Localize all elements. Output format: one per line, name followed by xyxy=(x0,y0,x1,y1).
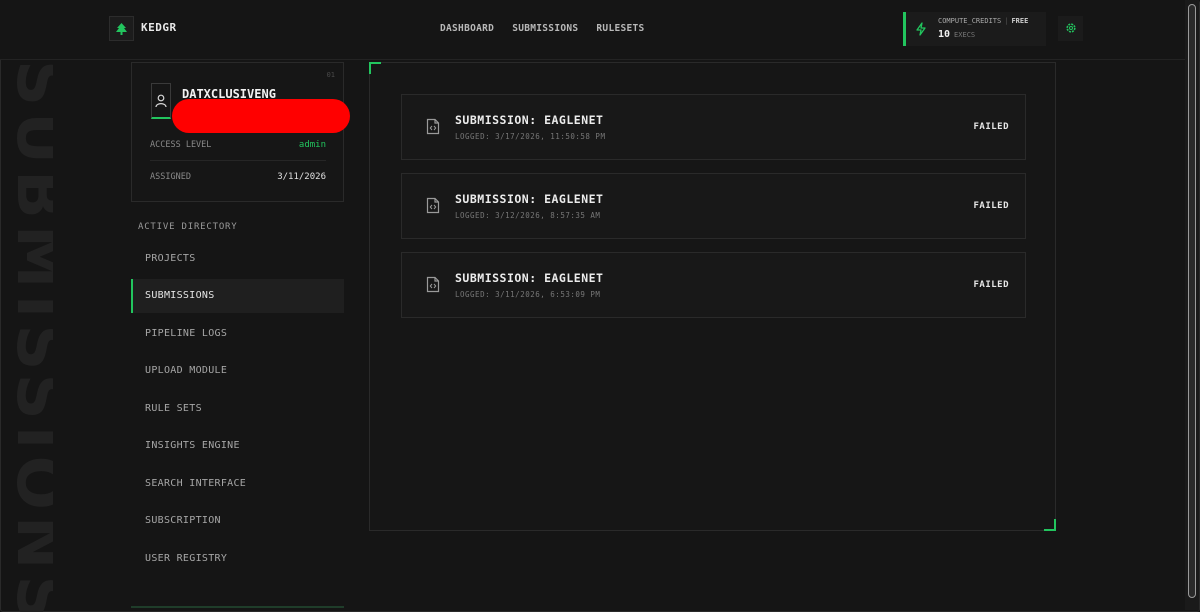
sidebar-item-rule-sets[interactable]: RULE SETS xyxy=(131,391,344,425)
nav-rulesets[interactable]: RULESETS xyxy=(596,23,644,34)
credits-label-line: COMPUTE_CREDITS | FREE xyxy=(938,17,1029,25)
access-level-row: ACCESS LEVEL admin xyxy=(150,140,326,150)
top-bar: KEDGR DASHBOARD SUBMISSIONS RULESETS COM… xyxy=(0,0,1185,60)
submission-timestamp: LOGGED: 3/17/2026, 11:50:58 PM xyxy=(455,132,606,141)
plan-badge: FREE xyxy=(1011,17,1029,25)
sidebar-item-subscription[interactable]: SUBSCRIPTION xyxy=(131,504,344,538)
submissions-panel: SUBMISSION: EAGLENET LOGGED: 3/17/2026, … xyxy=(369,62,1056,531)
sidebar-item-upload-module[interactable]: UPLOAD MODULE xyxy=(131,354,344,388)
assigned-label: ASSIGNED xyxy=(150,172,191,182)
code-file-icon xyxy=(426,197,440,218)
credits-label: COMPUTE_CREDITS xyxy=(938,17,1002,25)
redaction-scribble xyxy=(172,99,350,133)
top-nav: DASHBOARD SUBMISSIONS RULESETS xyxy=(440,23,645,34)
divider xyxy=(150,160,326,161)
access-level-label: ACCESS LEVEL xyxy=(150,140,212,150)
submission-title: SUBMISSION: EAGLENET xyxy=(455,113,604,127)
brand-name[interactable]: KEDGR xyxy=(141,21,177,34)
submission-card[interactable]: SUBMISSION: EAGLENET LOGGED: 3/17/2026, … xyxy=(401,94,1026,160)
access-level-value: admin xyxy=(298,140,326,150)
sidebar-item-insights-engine[interactable]: INSIGHTS ENGINE xyxy=(131,429,344,463)
sidebar-item-search-interface[interactable]: SEARCH INTERFACE xyxy=(131,466,344,500)
corner-accent xyxy=(1044,519,1056,531)
submission-card[interactable]: SUBMISSION: EAGLENET LOGGED: 3/12/2026, … xyxy=(401,173,1026,239)
assigned-row: ASSIGNED 3/11/2026 xyxy=(150,172,326,182)
submission-title: SUBMISSION: EAGLENET xyxy=(455,192,604,206)
sidebar-footer-bar xyxy=(131,606,344,608)
tree-logo-icon[interactable] xyxy=(109,16,134,41)
submission-title: SUBMISSION: EAGLENET xyxy=(455,271,604,285)
assigned-value: 3/11/2026 xyxy=(277,172,326,182)
submission-timestamp: LOGGED: 3/11/2026, 6:53:09 PM xyxy=(455,290,601,299)
user-icon xyxy=(151,83,171,119)
page-scrollbar[interactable] xyxy=(1185,0,1199,610)
active-directory-heading: ACTIVE DIRECTORY xyxy=(138,222,238,232)
sidebar-item-pipeline-logs[interactable]: PIPELINE LOGS xyxy=(131,316,344,350)
nav-dashboard[interactable]: DASHBOARD xyxy=(440,23,494,34)
sidebar-item-submissions[interactable]: SUBMISSIONS xyxy=(131,278,344,313)
credits-value-line: 10 EXECS xyxy=(938,29,975,40)
lightning-bolt-icon xyxy=(915,21,927,40)
sidebar-item-projects[interactable]: PROJECTS xyxy=(131,241,344,275)
gear-icon xyxy=(1065,19,1077,38)
nav-submissions[interactable]: SUBMISSIONS xyxy=(512,23,578,34)
compute-credits-widget[interactable]: COMPUTE_CREDITS | FREE 10 EXECS xyxy=(903,12,1046,46)
scrollbar-thumb[interactable] xyxy=(1188,4,1196,598)
profile-card: 01 DATXCLUSIVENG ACCESS LEVEL admin ASSI… xyxy=(131,62,350,202)
sidebar-item-user-registry[interactable]: USER REGISTRY xyxy=(131,541,344,575)
settings-button[interactable] xyxy=(1058,16,1083,41)
credits-value: 10 xyxy=(938,29,951,40)
status-badge: FAILED xyxy=(973,280,1009,290)
status-badge: FAILED xyxy=(973,122,1009,132)
corner-accent xyxy=(369,62,381,74)
code-file-icon xyxy=(426,118,440,139)
submission-card[interactable]: SUBMISSION: EAGLENET LOGGED: 3/11/2026, … xyxy=(401,252,1026,318)
sidebar-menu: PROJECTS SUBMISSIONS PIPELINE LOGS UPLOA… xyxy=(131,241,344,579)
credits-unit: EXECS xyxy=(954,31,976,39)
background-watermark-text: SUBMISSIONS xyxy=(5,60,53,612)
profile-index: 01 xyxy=(326,71,335,79)
submission-timestamp: LOGGED: 3/12/2026, 8:57:35 AM xyxy=(455,211,601,220)
status-badge: FAILED xyxy=(973,201,1009,211)
code-file-icon xyxy=(426,276,440,297)
